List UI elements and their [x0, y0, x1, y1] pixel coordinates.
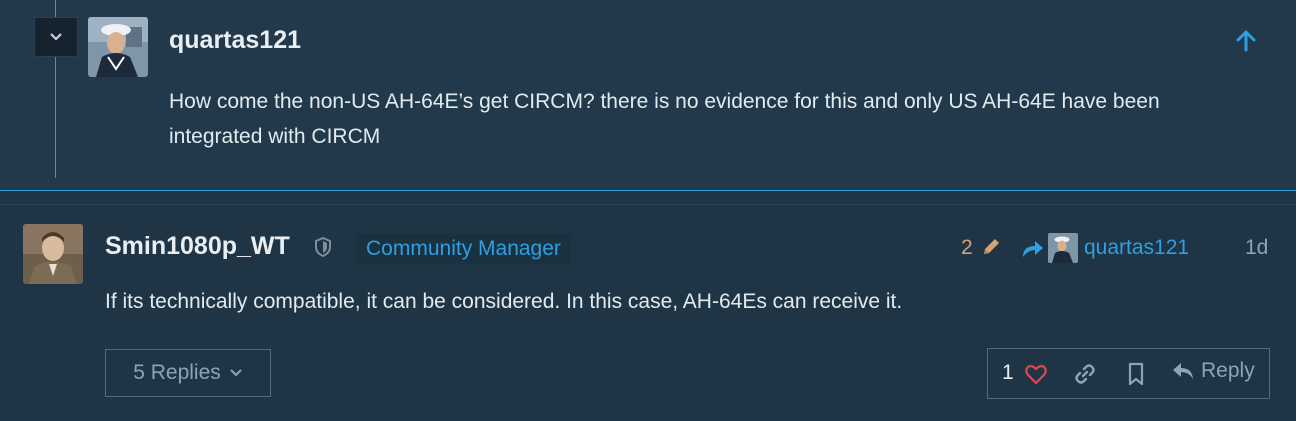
quoted-user-avatar[interactable] [88, 17, 148, 77]
link-icon[interactable] [1073, 362, 1097, 386]
reply-to-link[interactable]: quartas121 [1020, 232, 1189, 264]
heart-icon[interactable] [1024, 362, 1048, 386]
divider [0, 204, 1296, 205]
user-title-badge: Community Manager [356, 234, 571, 264]
bookmark-icon[interactable] [1126, 362, 1146, 386]
pencil-icon[interactable] [980, 236, 1002, 258]
post-author-username[interactable]: Smin1080p_WT [105, 232, 290, 261]
post-date[interactable]: 1d [1245, 236, 1268, 260]
show-replies-button[interactable]: 5 Replies [105, 349, 271, 397]
collapse-quote-button[interactable] [34, 17, 78, 57]
reply-button[interactable]: Reply [1171, 359, 1255, 383]
quoted-username[interactable]: quartas121 [169, 26, 301, 55]
reply-label: Reply [1201, 359, 1255, 382]
like-count[interactable]: 1 [1002, 361, 1014, 385]
shield-icon [315, 237, 331, 257]
quoted-post-text: How come the non-US AH-64E’s get CIRCM? … [169, 90, 1160, 148]
post-author-avatar[interactable] [23, 224, 83, 284]
share-arrow-icon [1023, 241, 1043, 257]
reply-to-avatar [1048, 233, 1078, 263]
chevron-down-icon [230, 369, 242, 377]
chevron-down-icon [50, 33, 62, 41]
quoted-post: quartas121 How come the non-US AH-64E’s … [0, 0, 1296, 191]
reply-to-username: quartas121 [1084, 236, 1190, 259]
edit-count[interactable]: 2 [961, 236, 973, 260]
post-actions: 1 Reply [987, 348, 1270, 399]
replies-label: 5 Replies [133, 361, 221, 384]
reply-arrow-icon [1173, 363, 1193, 379]
arrow-up-icon[interactable] [1233, 28, 1259, 54]
post-text: If its technically compatible, it can be… [105, 290, 903, 313]
